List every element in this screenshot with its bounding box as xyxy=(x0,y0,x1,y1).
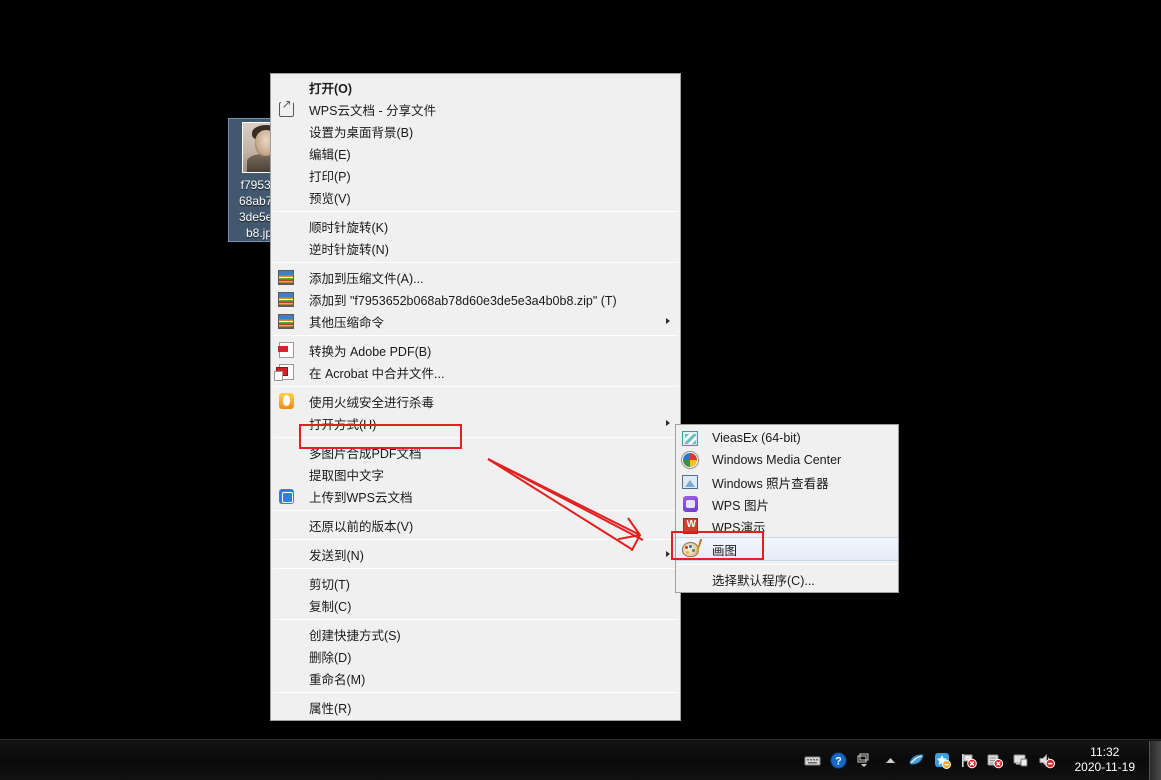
vieas-icon xyxy=(676,430,704,446)
submenu-separator xyxy=(678,564,896,565)
menu-item-restore-previous-versions[interactable]: 还原以前的版本(V) xyxy=(271,514,680,536)
winrar-icon xyxy=(271,313,301,329)
security-center-icon[interactable] xyxy=(934,752,951,769)
submenu-item-windows-photo-viewer[interactable]: Windows 照片查看器 xyxy=(676,471,898,493)
menu-item-upload-to-wps-cloud[interactable]: 上传到WPS云文档 xyxy=(271,485,680,507)
menu-item-open[interactable]: 打开(O) xyxy=(271,76,680,98)
adobe-combine-icon xyxy=(271,364,301,381)
menu-separator xyxy=(273,510,678,511)
menu-item-set-as-desktop-background[interactable]: 设置为桌面背景(B) xyxy=(271,120,680,142)
submenu-item-windows-media-center[interactable]: Windows Media Center xyxy=(676,449,898,471)
file-context-menu[interactable]: 打开(O) WPS云文档 - 分享文件 设置为桌面背景(B) 编辑(E) 打印(… xyxy=(270,73,681,721)
menu-separator xyxy=(273,335,678,336)
wps-cloud-icon xyxy=(271,488,301,504)
menu-item-edit[interactable]: 编辑(E) xyxy=(271,142,680,164)
network-error-icon[interactable] xyxy=(986,752,1003,769)
menu-separator xyxy=(273,437,678,438)
display-icon[interactable] xyxy=(1012,752,1029,769)
menu-separator xyxy=(273,568,678,569)
flag-error-icon[interactable] xyxy=(960,752,977,769)
kingsoft-icon[interactable] xyxy=(908,752,925,769)
winrar-icon xyxy=(271,269,301,285)
svg-text:?: ? xyxy=(835,755,842,767)
menu-separator xyxy=(273,386,678,387)
menu-item-add-to-named-zip[interactable]: 添加到 "f7953652b068ab78d60e3de5e3a4b0b8.zi… xyxy=(271,288,680,310)
menu-item-properties[interactable]: 属性(R) xyxy=(271,696,680,718)
menu-item-rotate-clockwise[interactable]: 顺时针旋转(K) xyxy=(271,215,680,237)
submenu-item-wps-presentation[interactable]: WPS演示 xyxy=(676,515,898,537)
submenu-arrow-icon xyxy=(666,551,670,557)
menu-item-print[interactable]: 打印(P) xyxy=(271,164,680,186)
menu-item-open-with[interactable]: 打开方式(H) xyxy=(271,412,680,434)
menu-item-send-to[interactable]: 发送到(N) xyxy=(271,543,680,565)
volume-muted-icon[interactable] xyxy=(1038,752,1055,769)
adobe-pdf-icon xyxy=(271,342,301,358)
menu-item-create-shortcut[interactable]: 创建快捷方式(S) xyxy=(271,623,680,645)
submenu-arrow-icon xyxy=(666,420,670,426)
menu-item-rename[interactable]: 重命名(M) xyxy=(271,667,680,689)
paint-icon xyxy=(676,541,704,557)
taskbar[interactable]: ? 11:32 2020-11-19 xyxy=(0,739,1161,780)
menu-item-delete[interactable]: 删除(D) xyxy=(271,645,680,667)
clock-time: 11:32 xyxy=(1090,745,1120,759)
submenu-arrow-icon xyxy=(666,318,670,324)
open-with-submenu[interactable]: VieasEx (64-bit) Windows Media Center Wi… xyxy=(675,424,899,593)
menu-separator xyxy=(273,211,678,212)
submenu-item-choose-default-program[interactable]: 选择默认程序(C)... xyxy=(676,568,898,590)
menu-item-add-to-archive[interactable]: 添加到压缩文件(A)... xyxy=(271,266,680,288)
window-switch-icon[interactable] xyxy=(856,752,873,769)
taskbar-clock[interactable]: 11:32 2020-11-19 xyxy=(1061,745,1150,775)
share-icon xyxy=(271,96,301,117)
windows-photo-viewer-icon xyxy=(676,475,704,489)
menu-separator xyxy=(273,692,678,693)
windows-media-center-icon xyxy=(676,452,704,468)
help-icon[interactable]: ? xyxy=(830,752,847,769)
huorong-icon xyxy=(271,393,301,409)
wps-picture-icon xyxy=(676,496,704,512)
menu-item-images-to-pdf[interactable]: 多图片合成PDF文档 xyxy=(271,441,680,463)
system-tray[interactable]: ? xyxy=(804,752,1061,769)
show-hidden-icons-icon[interactable] xyxy=(882,752,899,769)
menu-item-wps-cloud-share[interactable]: WPS云文档 - 分享文件 xyxy=(271,96,680,120)
desktop-screen: f79536 68ab78 3de5e3 b8.jp 打开(O) WPS云文档 … xyxy=(0,0,1161,780)
submenu-item-vieasex[interactable]: VieasEx (64-bit) xyxy=(676,427,898,449)
menu-separator xyxy=(273,539,678,540)
submenu-item-paint[interactable]: 画图 xyxy=(676,537,898,561)
menu-item-extract-text-from-image[interactable]: 提取图中文字 xyxy=(271,463,680,485)
menu-item-other-archive-commands[interactable]: 其他压缩命令 xyxy=(271,310,680,332)
winrar-icon xyxy=(271,291,301,307)
menu-item-copy[interactable]: 复制(C) xyxy=(271,594,680,616)
menu-item-huorong-scan[interactable]: 使用火绒安全进行杀毒 xyxy=(271,390,680,412)
show-desktop-button[interactable] xyxy=(1149,740,1161,780)
menu-item-convert-to-adobe-pdf[interactable]: 转换为 Adobe PDF(B) xyxy=(271,339,680,361)
menu-separator xyxy=(273,619,678,620)
menu-item-preview[interactable]: 预览(V) xyxy=(271,186,680,208)
menu-item-combine-in-acrobat[interactable]: 在 Acrobat 中合并文件... xyxy=(271,361,680,383)
keyboard-icon[interactable] xyxy=(804,752,821,769)
clock-date: 2020-11-19 xyxy=(1074,760,1136,774)
submenu-item-wps-picture[interactable]: WPS 图片 xyxy=(676,493,898,515)
menu-separator xyxy=(273,262,678,263)
menu-item-rotate-counterclockwise[interactable]: 逆时针旋转(N) xyxy=(271,237,680,259)
wps-presentation-icon xyxy=(676,518,704,534)
menu-item-cut[interactable]: 剪切(T) xyxy=(271,572,680,594)
